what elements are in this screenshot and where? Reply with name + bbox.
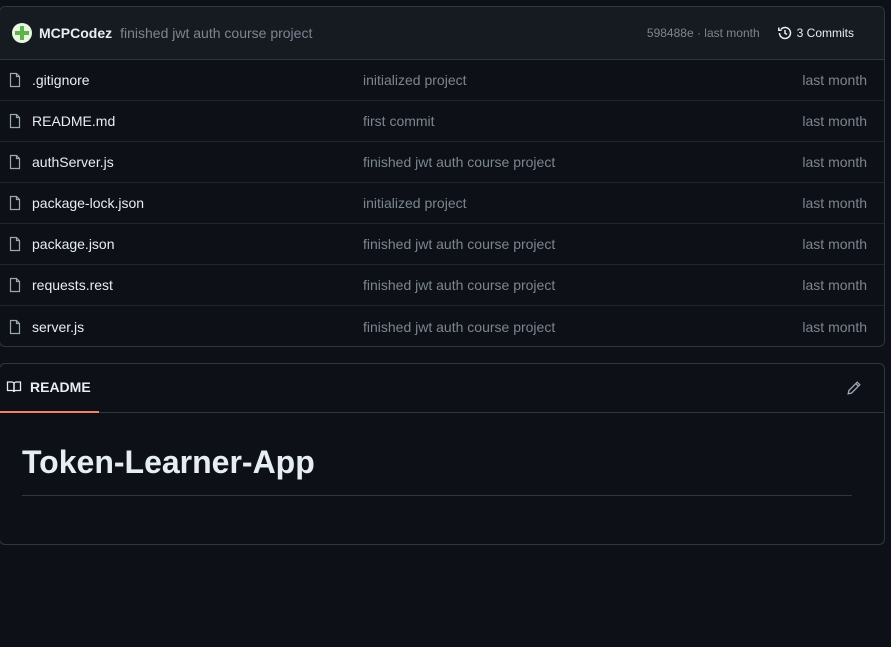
commits-history-link[interactable]: 3 Commits: [777, 25, 854, 41]
commit-author-link[interactable]: MCPCodez: [39, 25, 112, 41]
file-icon: [9, 72, 21, 88]
file-name-link[interactable]: authServer.js: [32, 154, 363, 170]
file-name-link[interactable]: package-lock.json: [32, 195, 363, 211]
file-icon: [9, 236, 21, 252]
book-icon: [6, 381, 22, 393]
file-row[interactable]: .gitignore initialized project last month: [0, 60, 884, 101]
file-name-link[interactable]: requests.rest: [32, 277, 363, 293]
file-commit-message-link[interactable]: finished jwt auth course project: [363, 319, 802, 335]
file-commit-message-link[interactable]: finished jwt auth course project: [363, 154, 802, 170]
file-commit-time: last month: [802, 195, 867, 211]
file-row[interactable]: README.md first commit last month: [0, 101, 884, 142]
file-commit-time: last month: [802, 277, 867, 293]
file-row[interactable]: server.js finished jwt auth course projec…: [0, 306, 884, 346]
file-row[interactable]: package-lock.json initialized project last…: [0, 183, 884, 224]
history-icon: [777, 26, 791, 40]
readme-panel: README Token-Learner-App: [0, 363, 885, 545]
avatar[interactable]: [12, 23, 32, 43]
file-icon: [9, 195, 21, 211]
tab-readme[interactable]: README: [0, 364, 99, 413]
file-icon: [9, 277, 21, 293]
commit-message-link[interactable]: finished jwt auth course project: [120, 25, 312, 41]
file-commit-message-link[interactable]: finished jwt auth course project: [363, 236, 802, 252]
latest-commit-bar: MCPCodez finished jwt auth course projec…: [0, 7, 884, 60]
readme-header: README: [0, 364, 884, 413]
file-name-link[interactable]: server.js: [32, 319, 363, 335]
file-commit-time: last month: [802, 72, 867, 88]
file-name-link[interactable]: package.json: [32, 236, 363, 252]
file-commit-message-link[interactable]: first commit: [363, 113, 802, 129]
file-rows: .gitignore initialized project last month R…: [0, 60, 884, 346]
file-commit-time: last month: [802, 154, 867, 170]
file-name-link[interactable]: README.md: [32, 113, 363, 129]
pencil-icon[interactable]: [846, 380, 862, 396]
commits-count: 3 Commits: [796, 26, 854, 40]
file-list: MCPCodez finished jwt auth course projec…: [0, 6, 885, 347]
file-commit-time: last month: [802, 318, 867, 335]
file-commit-time: last month: [802, 236, 867, 252]
file-row[interactable]: authServer.js finished jwt auth course pr…: [0, 142, 884, 183]
commit-sha-time[interactable]: 598488e · last month: [647, 26, 760, 40]
file-commit-time: last month: [802, 113, 867, 129]
file-commit-message-link[interactable]: finished jwt auth course project: [363, 277, 802, 293]
file-icon: [9, 113, 21, 129]
file-commit-message-link[interactable]: initialized project: [363, 195, 802, 211]
file-name-link[interactable]: .gitignore: [32, 72, 363, 88]
file-commit-message-link[interactable]: initialized project: [363, 72, 802, 88]
file-row[interactable]: requests.rest finished jwt auth course pr…: [0, 265, 884, 306]
readme-heading: Token-Learner-App: [22, 444, 852, 496]
file-row[interactable]: package.json finished jwt auth course pro…: [0, 224, 884, 265]
file-icon: [9, 319, 21, 334]
readme-tab-label: README: [30, 379, 91, 395]
file-icon: [9, 154, 21, 170]
